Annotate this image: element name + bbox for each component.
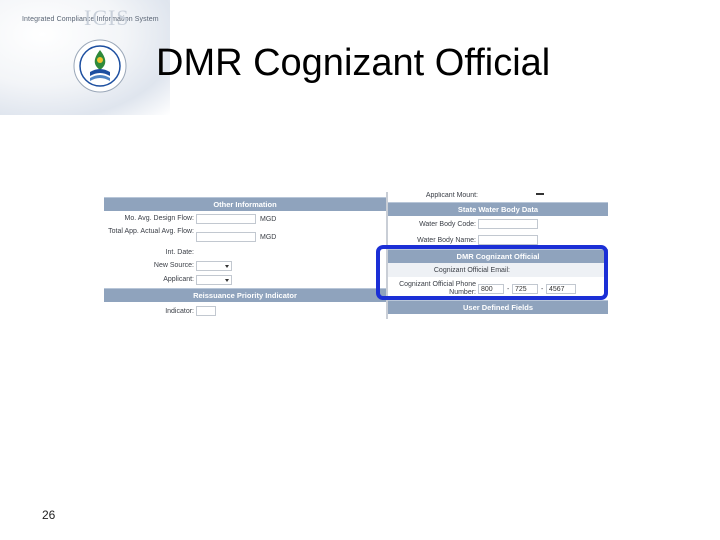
actual-flow-label: Total App. Actual Avg. Flow: bbox=[108, 228, 194, 235]
actual-flow-input[interactable] bbox=[196, 232, 256, 242]
chevron-down-icon bbox=[225, 279, 229, 282]
page-number: 26 bbox=[42, 508, 56, 522]
state-water-body-header: State Water Body Data bbox=[388, 202, 608, 216]
left-panel: Other Information Mo. Avg. Design Flow: … bbox=[104, 192, 386, 319]
epa-seal-icon bbox=[73, 39, 127, 93]
actual-flow-unit: MGD bbox=[260, 234, 277, 241]
design-flow-label: Mo. Avg. Design Flow: bbox=[124, 215, 194, 222]
chevron-down-icon bbox=[225, 265, 229, 268]
new-source-select[interactable] bbox=[196, 261, 232, 271]
indicator-input[interactable] bbox=[196, 306, 216, 316]
water-body-code-label: Water Body Code: bbox=[419, 221, 476, 228]
applicant-label: Applicant: bbox=[163, 276, 194, 283]
water-body-name-label: Water Body Name: bbox=[417, 237, 476, 244]
user-defined-fields-header: User Defined Fields bbox=[388, 300, 608, 314]
brand-acronym: ICIS bbox=[84, 5, 130, 30]
slide-title: DMR Cognizant Official bbox=[156, 42, 551, 84]
indicator-label: Indicator: bbox=[165, 308, 194, 315]
applicant-mount-label: Applicant Mount: bbox=[425, 192, 478, 199]
water-body-code-input[interactable] bbox=[478, 219, 538, 229]
new-source-label: New Source: bbox=[153, 262, 194, 269]
highlight-box bbox=[376, 245, 608, 300]
reissuance-priority-header: Reissuance Priority Indicator bbox=[104, 288, 386, 302]
minimize-icon bbox=[536, 193, 544, 195]
applicant-select[interactable] bbox=[196, 275, 232, 285]
design-flow-input[interactable] bbox=[196, 214, 256, 224]
int-date-label: Int. Date: bbox=[165, 249, 194, 256]
other-information-header: Other Information bbox=[104, 197, 386, 211]
design-flow-unit: MGD bbox=[260, 216, 277, 223]
water-body-name-input[interactable] bbox=[478, 235, 538, 245]
